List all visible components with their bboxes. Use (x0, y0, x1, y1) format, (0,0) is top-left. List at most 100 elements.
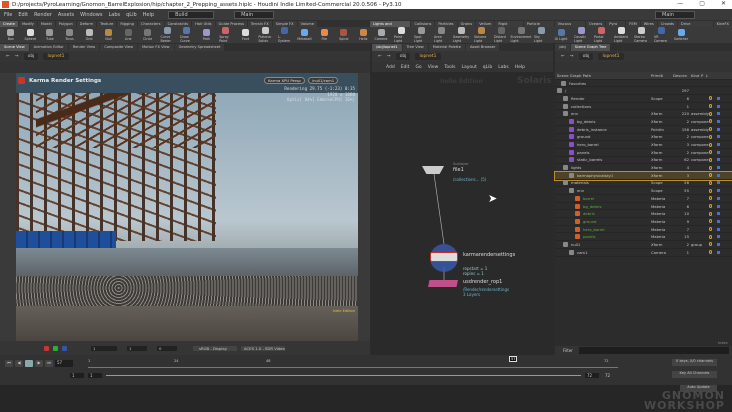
left-tool-strip[interactable] (0, 73, 16, 341)
net-menu-help[interactable]: Help (515, 65, 525, 70)
shelf-tool[interactable]: Line (121, 29, 135, 41)
visibility-icon[interactable] (717, 127, 720, 131)
blue-channel-button[interactable] (62, 345, 67, 351)
active-toggle-icon[interactable] (709, 111, 712, 116)
menu-windows[interactable]: Windows (80, 12, 102, 18)
visibility-icon[interactable] (717, 242, 720, 246)
menu-qlib[interactable]: qLib (126, 12, 137, 18)
tab-tree-view[interactable]: Tree View (402, 43, 428, 51)
shelf-tab[interactable]: Hair Utils (192, 20, 215, 27)
tree-row[interactable]: cam1 Camera 1 (555, 249, 732, 257)
shelf-tool[interactable]: Spiral (337, 29, 351, 41)
col-p[interactable]: P (701, 73, 703, 78)
shelf-tool[interactable]: Caustic Light (574, 27, 588, 43)
active-toggle-icon[interactable] (709, 142, 712, 147)
shelf-tool[interactable]: Ambient Light (614, 27, 628, 43)
active-toggle-icon[interactable] (709, 204, 712, 209)
path-obj[interactable]: obj (578, 53, 594, 60)
tree-row[interactable]: karmaphysicalsky1 Xform 3 (554, 170, 732, 181)
tab-motion-fx-view[interactable]: Motion FX View (138, 43, 174, 51)
tab-composite-view[interactable]: Composite View (100, 43, 138, 51)
visibility-icon[interactable] (717, 250, 720, 254)
gamma-field[interactable]: 1 (127, 345, 147, 351)
active-toggle-icon[interactable] (709, 180, 712, 185)
visibility-icon[interactable] (717, 196, 720, 200)
shelf-tool[interactable]: Switcher (674, 29, 688, 41)
shelf-tab[interactable]: Create (0, 20, 18, 27)
shelf-tab[interactable]: Lights and Cameras (370, 20, 411, 32)
visibility-icon[interactable] (717, 227, 720, 231)
jump-start-button[interactable]: ⏮ (5, 360, 13, 367)
net-menu-labs[interactable]: Labs (498, 65, 508, 70)
shelf-tool[interactable]: Area Light (434, 27, 448, 43)
shelf-tab[interactable]: Terrain FX (247, 20, 272, 27)
shelf-tab[interactable]: Polygon (55, 20, 76, 27)
visibility-icon[interactable] (717, 104, 720, 108)
renderer-menu[interactable]: Karma XPU Persp (264, 77, 305, 84)
net-menu-layout[interactable]: Layout (461, 65, 476, 70)
tree-row[interactable]: hero_barrel Xform 3 compone (555, 141, 732, 149)
menu-assets[interactable]: Assets (58, 12, 74, 18)
net-menu-tools[interactable]: Tools (444, 65, 455, 70)
close-button[interactable]: ✕ (721, 0, 726, 7)
tab-asset-browser[interactable]: Asset Browser (465, 43, 500, 51)
active-toggle-icon[interactable] (709, 227, 712, 232)
key-all-channels-button[interactable]: Key All Channels (672, 371, 717, 378)
tree-row[interactable]: ground Xform 2 compone (555, 134, 732, 142)
active-toggle-icon[interactable] (709, 211, 712, 216)
shelf-tab[interactable]: FEM (626, 20, 640, 27)
scene-graph-tree[interactable]: Scene Graph Path Primiti Descen Kind P L… (554, 72, 732, 346)
forward-icon[interactable]: → (15, 54, 19, 59)
shelf-tool[interactable]: Circle (141, 29, 155, 41)
tree-row[interactable]: Favorites (555, 80, 732, 88)
menu-file[interactable]: File (4, 12, 12, 18)
green-channel-button[interactable] (53, 345, 58, 351)
visibility-icon[interactable] (717, 143, 720, 147)
shelf-tool[interactable]: Geometry Light (453, 27, 469, 43)
usdrender-rop-node[interactable] (428, 280, 458, 287)
active-toggle-icon[interactable] (709, 157, 712, 162)
tree-row[interactable]: static_barrels Xform 62 compone (555, 157, 732, 165)
tree-row[interactable]: ground Materia 9 (555, 218, 732, 226)
shelf-tool[interactable]: Helix (357, 29, 371, 41)
tree-row[interactable]: Render Scope 6 (555, 95, 732, 103)
active-toggle-icon[interactable] (709, 127, 712, 132)
path-lopnet1[interactable]: lopnet1 (598, 53, 624, 60)
tab-scene-view[interactable]: Scene View (0, 43, 29, 51)
tab-geometry-spreadsheet[interactable]: Geometry Spreadsheet (174, 43, 225, 51)
net-menu-qlib[interactable]: qLib (483, 65, 492, 70)
visibility-icon[interactable] (717, 112, 720, 116)
shelf-tab[interactable]: Characters (137, 20, 164, 27)
path-lopnet1[interactable]: lopnet1 (415, 53, 441, 60)
range-start-field[interactable]: 1 (88, 373, 102, 378)
back-icon[interactable]: ← (561, 54, 565, 59)
shelf-tab[interactable]: Drive Simulation (677, 20, 713, 32)
tree-row[interactable]: barrel Materia 7 (555, 195, 732, 203)
range-end-field[interactable]: 72 (585, 373, 599, 378)
active-toggle-icon[interactable] (709, 188, 712, 193)
active-toggle-icon[interactable] (709, 119, 712, 124)
maximize-button[interactable]: ▢ (699, 0, 705, 7)
stop-button[interactable] (25, 360, 33, 367)
shelf-tool[interactable]: Portal Light (594, 27, 608, 43)
active-toggle-icon[interactable] (709, 134, 712, 139)
tree-row[interactable]: collections 1 (555, 103, 732, 111)
path-obj[interactable]: obj (23, 53, 39, 60)
shelf-tab[interactable]: Constraints (164, 20, 192, 27)
start-frame-field[interactable]: 1 (70, 373, 84, 378)
visibility-icon[interactable] (717, 189, 720, 193)
offset-field[interactable]: 0 (157, 345, 177, 351)
visibility-icon[interactable] (717, 219, 720, 223)
shelf-tab[interactable]: Grains (457, 20, 476, 27)
shelf-tool[interactable]: Sky Light (534, 27, 548, 43)
shelf-tool[interactable]: Tube (43, 29, 57, 41)
menu-help[interactable]: Help (143, 12, 154, 18)
visibility-icon[interactable] (717, 235, 720, 239)
shelf-tool[interactable]: Stereo Camera (634, 27, 648, 43)
visibility-icon[interactable] (717, 212, 720, 216)
shelf-tab[interactable]: KineFX (713, 20, 732, 27)
shelf-tool[interactable]: L-System (278, 27, 292, 43)
shelf-tab[interactable]: Simple FX (272, 20, 297, 27)
tree-row[interactable]: panels Materia 15 (555, 233, 732, 242)
play-button[interactable]: ▶ (35, 360, 43, 367)
